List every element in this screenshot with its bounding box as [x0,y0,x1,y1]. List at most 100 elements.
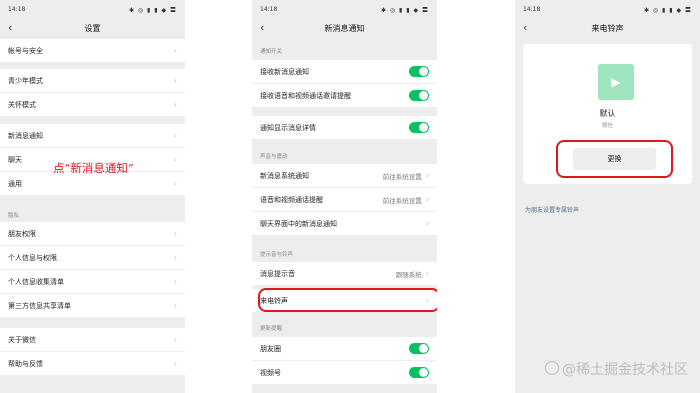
item-label: 新消息通知 [8,131,43,140]
notif-item-message-tone[interactable]: 消息提示音 跟随系统 › [252,262,437,285]
item-label: 关怀模式 [8,100,36,109]
item-label: 聊天界面中的新消息通知 [260,219,337,228]
item-label: 帮助与反馈 [8,359,43,368]
settings-item-info-collection-list[interactable]: 个人信息收集清单 › [0,270,185,293]
settings-item-personal-info[interactable]: 个人信息与权限 › [0,246,185,269]
page-title: 新消息通知 [324,23,365,33]
chevron-right-icon: › [173,335,177,344]
back-icon[interactable]: ‹ [523,21,527,34]
item-label: 通知显示消息详情 [260,123,316,132]
item-label: 个人信息收集清单 [8,277,64,286]
section-label-switch: 通知开关 [260,49,283,55]
ringtone-name: 默认 [599,109,616,118]
chevron-right-icon: › [173,179,177,188]
logo-icon [545,361,559,375]
status-bar: 14:18 ✱ ◎ ▮ ▮ ◆ 〓 [0,0,185,18]
status-icons: ✱ ◎ ▮ ▮ ◆ 〓 [128,6,177,14]
status-bar: 14:18 ✱ ◎ ▮ ▮ ◆ 〓 [252,0,437,18]
ringtone-cover[interactable]: ▶ [598,64,634,100]
notif-item-moments[interactable]: 朋友圈 [252,337,437,360]
item-label: 个人信息与权限 [8,253,57,262]
settings-item-friend-permissions[interactable]: 朋友权限 › [0,222,185,245]
item-label: 朋友权限 [8,229,36,238]
chevron-right-icon: › [173,76,177,85]
chevron-right-icon: › [425,219,429,228]
title-bar: ‹ 来电铃声 [515,18,700,38]
back-icon[interactable]: ‹ [8,21,12,34]
toggle-switch[interactable] [409,122,429,133]
chevron-right-icon: › [173,155,177,164]
play-icon: ▶ [611,75,621,89]
notif-item-system-notification[interactable]: 新消息系统通知 前往系统设置 › [252,164,437,187]
page-title: 来电铃声 [591,23,624,33]
item-label: 接收新消息通知 [260,67,309,76]
settings-item-help-feedback[interactable]: 帮助与反馈 › [0,352,185,375]
chevron-right-icon: › [173,301,177,310]
item-label: 语音和视频通话提醒 [260,195,323,204]
settings-item-teen-mode[interactable]: 青少年模式 › [0,69,185,92]
toggle-switch[interactable] [409,66,429,77]
settings-item-third-party-sharing[interactable]: 第三方信息共享清单 › [0,294,185,317]
notif-item-call-invites[interactable]: 接收语音和视频通话邀请提醒 [252,84,437,107]
item-label: 新消息系统通知 [260,171,309,180]
item-label: 通用 [8,179,22,188]
watermark: @稀土掘金技术社区 [545,359,688,379]
settings-item-care-mode[interactable]: 关怀模式 › [0,93,185,116]
item-label: 帐号与安全 [8,46,43,55]
section-label-updates: 更新提醒 [260,326,283,332]
chevron-right-icon: › [173,277,177,286]
notif-item-show-details[interactable]: 通知显示消息详情 [252,116,437,139]
notif-item-receive-new-messages[interactable]: 接收新消息通知 [252,60,437,83]
chevron-right-icon: › [425,269,429,278]
chevron-right-icon: › [173,253,177,262]
settings-screen: 14:18 ✱ ◎ ▮ ▮ ◆ 〓 ‹ 设置 帐号与安全 › 青少年模式 › 关怀模… [0,0,185,393]
status-icons: ✱ ◎ ▮ ▮ ◆ 〓 [380,6,429,14]
item-value: 前往系统设置 [382,196,422,205]
item-label: 朋友圈 [260,344,281,353]
ringtone-source: 微信 [601,123,613,129]
settings-item-new-message-notifications[interactable]: 新消息通知 › [0,124,185,147]
title-bar: ‹ 设置 [0,18,185,38]
status-icons: ✱ ◎ ▮ ▮ ◆ 〓 [643,6,692,14]
friend-ringtone-link[interactable]: 为朋友设置专属铃声 [525,205,579,214]
change-button-highlight [556,140,673,178]
chevron-right-icon: › [425,171,429,180]
status-time: 14:18 [8,5,26,13]
item-label: 视频号 [260,368,281,377]
notif-item-in-chat-notification[interactable]: 聊天界面中的新消息通知 › [252,212,437,235]
item-value: 跟随系统 [395,270,422,279]
chevron-right-icon: › [173,131,177,140]
section-label-sound: 声音与震动 [260,154,288,160]
item-value: 前往系统设置 [382,172,422,181]
ringtone-highlight [258,288,437,312]
settings-item-about[interactable]: 关于微信 › [0,328,185,351]
status-time: 14:18 [523,5,541,13]
toggle-switch[interactable] [409,367,429,378]
watermark-text: @稀土掘金技术社区 [562,362,688,378]
page-title: 设置 [84,23,101,33]
back-icon[interactable]: ‹ [260,21,264,34]
ringtone-screen: 14:18 ✱ ◎ ▮ ▮ ◆ 〓 ‹ 来电铃声 ▶ 默认 微信 更换 为朋友设… [515,0,700,393]
item-label: 关于微信 [8,335,36,344]
status-time: 14:18 [260,5,278,13]
status-bar: 14:18 ✱ ◎ ▮ ▮ ◆ 〓 [515,0,700,18]
chevron-right-icon: › [173,229,177,238]
item-label: 接收语音和视频通话邀请提醒 [260,91,351,100]
section-label-tones: 提示音与铃声 [260,252,294,258]
settings-item-account-security[interactable]: 帐号与安全 › [0,39,185,62]
notif-item-call-reminder[interactable]: 语音和视频通话提醒 前往系统设置 › [252,188,437,211]
notification-settings-screen: 14:18 ✱ ◎ ▮ ▮ ◆ 〓 ‹ 新消息通知 通知开关 接收新消息通知 接… [252,0,437,393]
chevron-right-icon: › [425,195,429,204]
item-label: 第三方信息共享清单 [8,301,71,310]
tap-instruction-annotation: 点“新消息通知” [53,161,134,175]
notif-item-channels[interactable]: 视频号 [252,361,437,384]
title-bar: ‹ 新消息通知 [252,18,437,38]
item-label: 消息提示音 [260,269,295,278]
toggle-switch[interactable] [409,90,429,101]
chevron-right-icon: › [173,100,177,109]
chevron-right-icon: › [173,46,177,55]
item-label: 青少年模式 [8,76,43,85]
section-label-privacy: 隐私 [8,213,20,219]
toggle-switch[interactable] [409,343,429,354]
chevron-right-icon: › [173,359,177,368]
